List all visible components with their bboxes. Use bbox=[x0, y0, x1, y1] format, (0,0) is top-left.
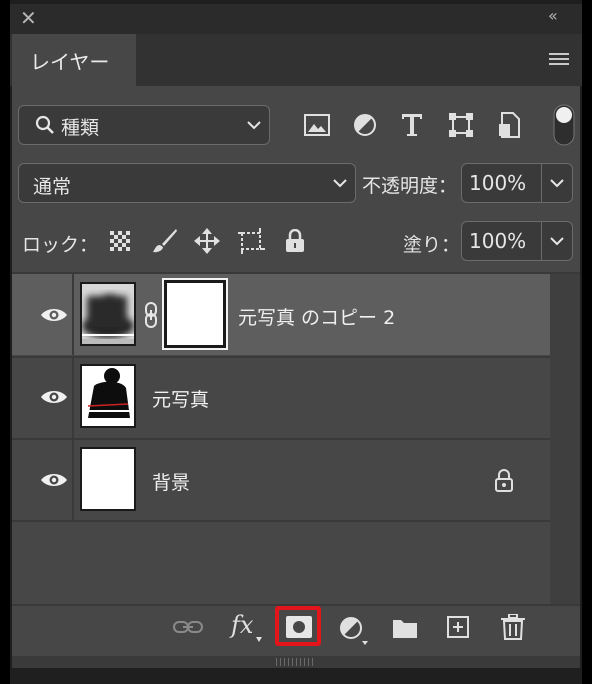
layer-name[interactable]: 背景 bbox=[152, 468, 190, 495]
eye-visibility-icon[interactable] bbox=[39, 306, 69, 324]
filter-kind-dropdown[interactable]: 種類 bbox=[18, 105, 270, 145]
resize-grip-icon[interactable] bbox=[276, 658, 316, 666]
layer-mask-thumbnail[interactable] bbox=[162, 278, 228, 350]
fill-value: 100% bbox=[469, 229, 527, 253]
eye-visibility-icon[interactable] bbox=[39, 388, 69, 406]
lock-all-icon[interactable] bbox=[285, 229, 305, 253]
layer-row-selected[interactable]: 元写真 のコピー 2 bbox=[12, 274, 550, 355]
chevron-down-icon bbox=[247, 120, 261, 130]
eye-visibility-icon[interactable] bbox=[39, 471, 69, 489]
layers-scrollbar-track[interactable] bbox=[550, 274, 580, 606]
fill-divider bbox=[541, 222, 542, 260]
new-layer-icon[interactable] bbox=[447, 616, 469, 638]
panel-menu-icon[interactable] bbox=[549, 52, 569, 66]
new-group-folder-icon[interactable] bbox=[392, 617, 418, 639]
add-mask-button[interactable] bbox=[275, 606, 321, 646]
lock-position-move-icon[interactable] bbox=[194, 228, 220, 254]
opacity-input[interactable]: 100% bbox=[461, 163, 573, 203]
layer-mask-fill bbox=[167, 283, 223, 345]
smart-object-filter-icon[interactable] bbox=[498, 112, 522, 138]
layer-name[interactable]: 元写真 のコピー 2 bbox=[238, 303, 395, 330]
shape-filter-icon[interactable] bbox=[449, 113, 473, 137]
opacity-divider bbox=[541, 164, 542, 202]
adjustment-filter-icon[interactable] bbox=[353, 113, 377, 137]
chevron-down-icon bbox=[333, 178, 347, 188]
fill-label: 塗り： bbox=[403, 234, 461, 256]
filter-toggle-switch[interactable] bbox=[553, 104, 575, 146]
fx-dropdown-triangle-icon bbox=[256, 637, 262, 642]
adjustment-layer-icon[interactable] bbox=[339, 616, 369, 646]
layer-column-divider bbox=[72, 358, 74, 438]
layer-lock-icon[interactable] bbox=[494, 469, 514, 493]
search-icon bbox=[35, 115, 55, 135]
opacity-value: 100% bbox=[469, 171, 527, 195]
opacity-label: 不透明度： bbox=[362, 175, 458, 197]
tab-layers[interactable]: レイヤー bbox=[12, 34, 136, 86]
link-layers-icon[interactable] bbox=[173, 618, 203, 636]
layer-column-divider bbox=[72, 274, 74, 355]
layer-row[interactable]: 元写真 bbox=[12, 356, 550, 438]
tab-layers-label: レイヤー bbox=[30, 50, 110, 74]
collapse-icon[interactable]: ‹‹ bbox=[548, 6, 558, 25]
panel-resize-strip[interactable] bbox=[12, 656, 580, 668]
panel-title-bar[interactable]: ✕ ‹‹ bbox=[10, 4, 582, 34]
fill-input[interactable]: 100% bbox=[461, 221, 573, 261]
lock-artboard-icon[interactable] bbox=[238, 228, 266, 254]
image-filter-icon[interactable] bbox=[304, 114, 330, 136]
layer-thumbnail[interactable] bbox=[80, 364, 136, 428]
layer-thumbnail[interactable] bbox=[80, 447, 136, 511]
lock-label: ロック： bbox=[22, 234, 99, 256]
lock-pixels-brush-icon[interactable] bbox=[152, 228, 178, 254]
close-icon[interactable]: ✕ bbox=[20, 6, 37, 30]
layer-thumbnail[interactable] bbox=[80, 282, 136, 346]
layer-row[interactable]: 背景 bbox=[12, 438, 550, 522]
type-filter-icon[interactable] bbox=[401, 113, 423, 137]
chevron-down-icon[interactable] bbox=[550, 178, 564, 188]
layer-name[interactable]: 元写真 bbox=[152, 385, 209, 412]
blend-mode-value: 通常 bbox=[33, 176, 72, 198]
layer-column-divider bbox=[72, 440, 74, 520]
trash-delete-icon[interactable] bbox=[501, 614, 525, 640]
layer-style-fx-button[interactable]: fx bbox=[231, 611, 253, 639]
mask-link-chain-icon[interactable] bbox=[144, 302, 158, 328]
filter-kind-label: 種類 bbox=[61, 117, 100, 139]
chevron-down-icon[interactable] bbox=[550, 236, 564, 246]
blend-mode-dropdown[interactable]: 通常 bbox=[18, 163, 356, 203]
add-mask-icon bbox=[286, 616, 312, 638]
lock-transparency-icon[interactable] bbox=[110, 231, 130, 251]
